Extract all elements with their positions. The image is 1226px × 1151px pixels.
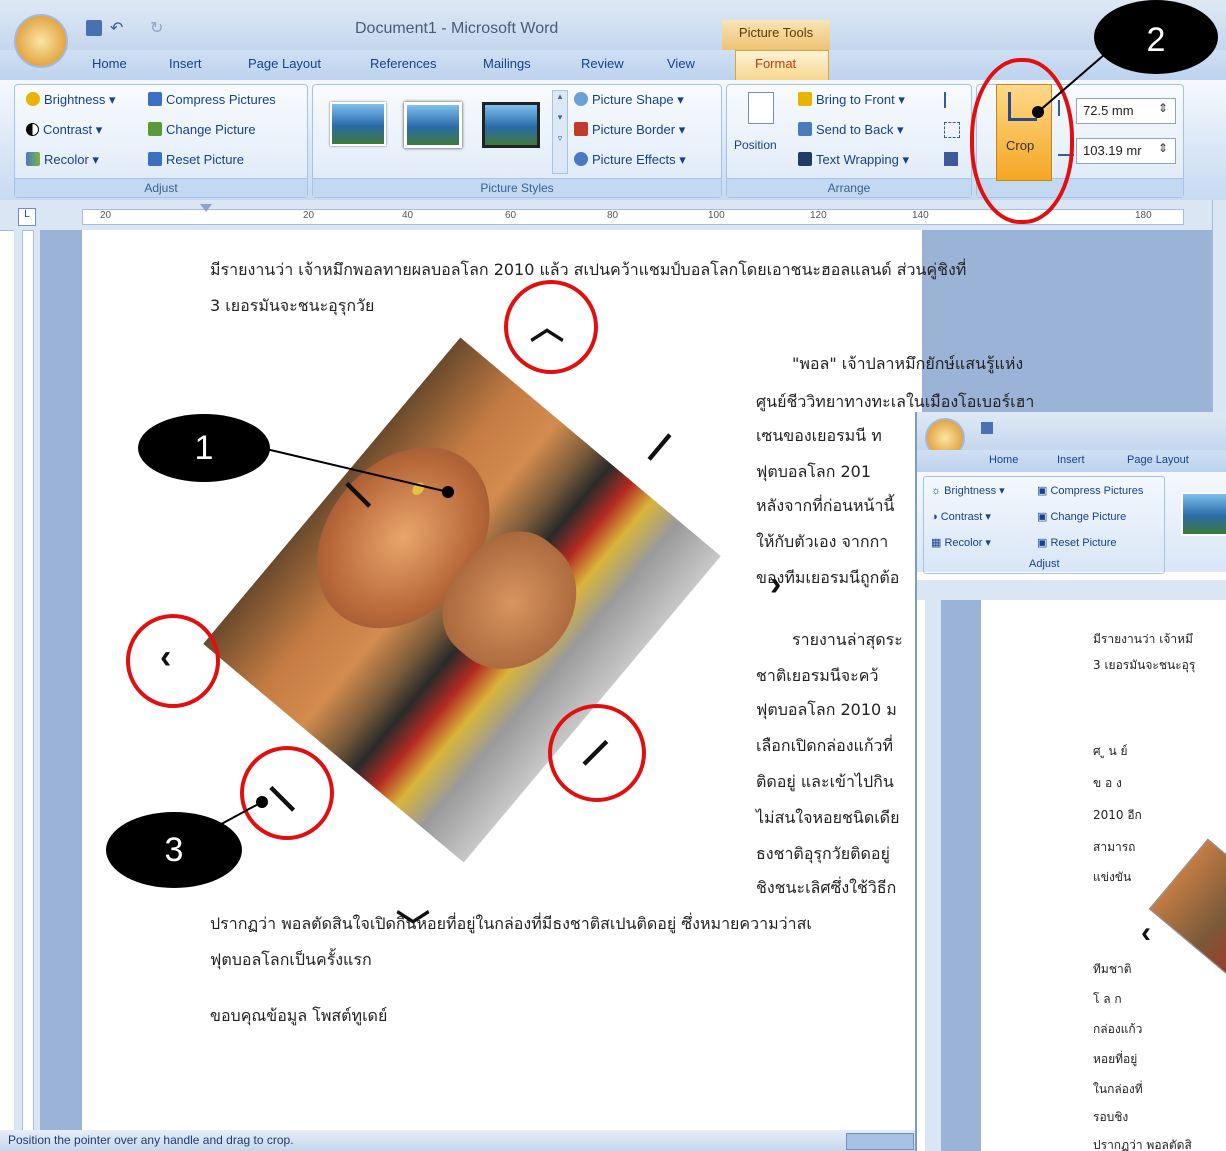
win2-col2: ในกล่องที่ [1093, 1082, 1143, 1096]
win2-col2: หอยที่อยู่ [1093, 1052, 1138, 1066]
win2-adjust-label: Adjust [1029, 558, 1060, 570]
win2-save-icon[interactable] [981, 422, 993, 434]
win2-crop-handle-left[interactable]: ‹ [1141, 916, 1151, 950]
office-button[interactable] [14, 14, 68, 68]
win2-ruler[interactable] [917, 580, 1226, 600]
win2-col2: รอบชิง [1093, 1110, 1129, 1124]
win2-brightness[interactable]: ☼ Brightness ▾ [931, 484, 1005, 497]
status-text: Position the pointer over any handle and… [8, 1133, 294, 1147]
win2-col: ศ ู น ย์ [1093, 744, 1128, 758]
win2-tab-home[interactable]: Home [989, 454, 1018, 466]
win2-tab-insert[interactable]: Insert [1057, 454, 1085, 466]
callout-1: 1 [138, 414, 270, 482]
win2-reset[interactable]: ▣ Reset Picture [1037, 536, 1116, 549]
win2-style-thumb[interactable] [1181, 492, 1226, 536]
win2-col2: ทีมชาติ [1093, 962, 1132, 976]
callout-2-leader [1037, 47, 1113, 113]
win2-tab-page-layout[interactable]: Page Layout [1127, 454, 1189, 466]
win2-compress[interactable]: ▣ Compress Pictures [1037, 484, 1143, 497]
win2-col: สามารถ [1093, 840, 1136, 854]
status-bar: Position the pointer over any handle and… [0, 1130, 920, 1151]
win2-change[interactable]: ▣ Change Picture [1037, 510, 1126, 523]
win2-col: แข่งขัน [1093, 870, 1132, 884]
win2-col2: กล่องแก้ว [1093, 1022, 1143, 1036]
callout-1-dot [442, 486, 454, 498]
win2-contrast[interactable]: ◑ Contrast ▾ [931, 510, 991, 523]
callout-1-leader [261, 447, 449, 493]
win2-col: 2010 อีก [1093, 808, 1142, 822]
win2-line2: 3 เยอรมันจะชนะอุรุ [1093, 658, 1196, 672]
win2-recolor[interactable]: ▦ Recolor ▾ [931, 536, 991, 549]
win2-col2: โ ล ก [1093, 992, 1122, 1006]
win2-gutter [941, 600, 981, 1151]
win2-col2: ปรากฏว่า พอลตัดสิ [1093, 1138, 1192, 1151]
second-word-window[interactable]: Home Insert Page Layout ☼ Brightness ▾ ◑… [915, 412, 1226, 1151]
win2-col: ข อ ง [1093, 776, 1122, 790]
win2-ruler-left[interactable] [925, 600, 941, 1151]
win2-line1: มีรายงานว่า เจ้าหมึ [1093, 632, 1193, 646]
callout-3: 3 [106, 812, 242, 888]
callout-2: 2 [1094, 0, 1218, 74]
callout-3-dot [256, 796, 268, 808]
vertical-scrollbar[interactable] [1212, 200, 1226, 412]
win2-picture[interactable] [1148, 838, 1226, 988]
callout-2-dot [1032, 106, 1044, 118]
view-buttons[interactable] [846, 1133, 914, 1150]
